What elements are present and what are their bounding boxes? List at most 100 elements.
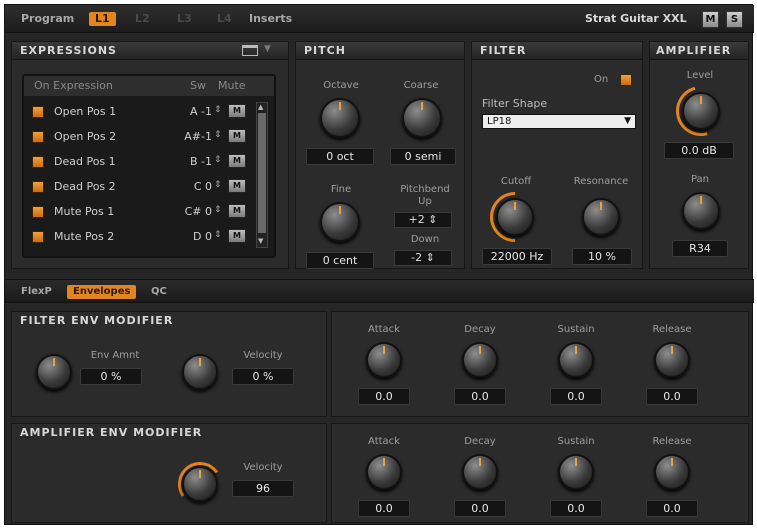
expression-mute-button[interactable]: M	[228, 154, 246, 168]
amp-env-release-knob[interactable]	[654, 454, 690, 490]
scroll-down-icon[interactable]: ▼	[258, 237, 263, 245]
filter-velocity-value[interactable]: 0 %	[232, 368, 294, 385]
expression-scrollbar[interactable]: ▲ ▼	[256, 102, 268, 248]
solo-button[interactable]: S	[726, 11, 743, 28]
expression-mute-button[interactable]: M	[228, 204, 246, 218]
spin-icon[interactable]: ⇕	[426, 251, 435, 264]
expression-row[interactable]: Mute Pos 2 D 0 ⇕ M	[32, 227, 254, 247]
expression-switch-key[interactable]: C# 0	[174, 205, 212, 218]
filter-shape-select[interactable]: LP18 ▼	[482, 114, 636, 129]
amp-velocity-knob[interactable]	[182, 466, 218, 502]
spin-icon[interactable]: ⇕	[214, 105, 222, 115]
filter-env-attack-knob[interactable]	[366, 342, 402, 378]
level-knob[interactable]	[682, 92, 720, 130]
expression-mute-button[interactable]: M	[228, 104, 246, 118]
amp-env-decay-knob[interactable]	[462, 454, 498, 490]
amp-env-sustain-knob[interactable]	[558, 454, 594, 490]
octave-knob[interactable]	[320, 98, 360, 138]
tab-l3[interactable]: L3	[177, 12, 192, 26]
filter-env-sustain-knob[interactable]	[558, 342, 594, 378]
keyboard-icon[interactable]	[242, 45, 258, 56]
fine-value[interactable]: 0 cent	[306, 252, 374, 269]
tab-qc[interactable]: QC	[151, 285, 167, 299]
expression-on-checkbox[interactable]	[32, 106, 44, 118]
amp-env-attack-knob[interactable]	[366, 454, 402, 490]
tab-flexp[interactable]: FlexP	[21, 285, 52, 299]
dropdown-arrow-icon[interactable]: ▼	[264, 44, 272, 54]
tab-l2[interactable]: L2	[135, 12, 150, 26]
pitch-panel: PITCH Octave 0 oct Coarse 0 semi Fine 0 …	[295, 41, 465, 269]
cutoff-value[interactable]: 22000 Hz	[482, 248, 552, 265]
filter-shape-label: Filter Shape	[482, 97, 548, 110]
filter-env-release-knob[interactable]	[654, 342, 690, 378]
tab-l4[interactable]: L4	[217, 12, 232, 26]
cutoff-knob[interactable]	[496, 198, 534, 236]
expression-switch-key[interactable]: A#-1	[174, 130, 212, 143]
spin-icon[interactable]: ⇕	[214, 155, 222, 165]
expression-mute-button[interactable]: M	[228, 129, 246, 143]
scroll-up-icon[interactable]: ▲	[258, 103, 263, 111]
expression-row[interactable]: Dead Pos 1 B -1 ⇕ M	[32, 152, 254, 172]
col-mute: Mute	[218, 79, 246, 92]
filter-velocity-knob[interactable]	[182, 354, 218, 390]
expression-row[interactable]: Open Pos 1 A -1 ⇕ M	[32, 102, 254, 122]
expression-on-checkbox[interactable]	[32, 131, 44, 143]
amp-env-attack-label: Attack	[368, 436, 400, 447]
amp-env-decay-value[interactable]: 0.0	[454, 500, 506, 517]
expression-row[interactable]: Dead Pos 2 C 0 ⇕ M	[32, 177, 254, 197]
pitch-header: PITCH	[296, 42, 464, 60]
tab-l1[interactable]: L1	[89, 12, 116, 26]
resonance-value[interactable]: 10 %	[572, 248, 632, 265]
coarse-knob[interactable]	[402, 98, 442, 138]
filter-env-sustain-value[interactable]: 0.0	[550, 388, 602, 405]
tab-envelopes[interactable]: Envelopes	[67, 285, 137, 299]
filter-env-release-value[interactable]: 0.0	[646, 388, 698, 405]
level-label: Level	[686, 70, 714, 81]
expression-switch-key[interactable]: C 0	[174, 180, 212, 193]
expression-on-checkbox[interactable]	[32, 231, 44, 243]
filter-env-attack-value[interactable]: 0.0	[358, 388, 410, 405]
expressions-title: EXPRESSIONS	[20, 44, 117, 57]
filter-env-decay-value[interactable]: 0.0	[454, 388, 506, 405]
expression-on-checkbox[interactable]	[32, 181, 44, 193]
fine-knob[interactable]	[320, 202, 360, 242]
inserts-tab[interactable]: Inserts	[249, 12, 292, 26]
amp-env-attack-value[interactable]: 0.0	[358, 500, 410, 517]
expression-switch-key[interactable]: D 0	[174, 230, 212, 243]
expression-mute-button[interactable]: M	[228, 229, 246, 243]
spin-icon[interactable]: ⇕	[214, 230, 222, 240]
chevron-down-icon[interactable]: ▼	[624, 115, 631, 128]
expression-row[interactable]: Open Pos 2 A#-1 ⇕ M	[32, 127, 254, 147]
keyboard-button[interactable]: M	[702, 11, 719, 28]
expression-mute-button[interactable]: M	[228, 179, 246, 193]
filter-env-decay-knob[interactable]	[462, 342, 498, 378]
pitchbend-up-value: +2	[408, 213, 425, 226]
pitchbend-down-spinner[interactable]: -2 ⇕	[394, 250, 452, 266]
filter-on-toggle[interactable]	[620, 74, 632, 86]
filter-env-panel: FILTER ENV MODIFIER Env Amnt 0 % Velocit…	[11, 311, 327, 417]
amp-env-release-value[interactable]: 0.0	[646, 500, 698, 517]
spin-icon[interactable]: ⇕	[428, 213, 437, 226]
pan-value[interactable]: R34	[672, 240, 728, 257]
expression-on-checkbox[interactable]	[32, 206, 44, 218]
pitchbend-up-spinner[interactable]: +2 ⇕	[394, 212, 452, 228]
amp-env-sustain-value[interactable]: 0.0	[550, 500, 602, 517]
spin-icon[interactable]: ⇕	[214, 180, 222, 190]
spin-icon[interactable]: ⇕	[214, 130, 222, 140]
coarse-value[interactable]: 0 semi	[390, 148, 456, 165]
octave-value[interactable]: 0 oct	[306, 148, 374, 165]
level-value[interactable]: 0.0 dB	[664, 142, 734, 159]
amp-env-header: AMPLIFIER ENV MODIFIER	[12, 424, 326, 442]
amp-velocity-value[interactable]: 96	[232, 480, 294, 497]
env-amnt-value[interactable]: 0 %	[80, 368, 142, 385]
expression-switch-key[interactable]: A -1	[174, 105, 212, 118]
spin-icon[interactable]: ⇕	[214, 205, 222, 215]
expression-switch-key[interactable]: B -1	[174, 155, 212, 168]
resonance-knob[interactable]	[582, 198, 620, 236]
pan-knob[interactable]	[682, 192, 720, 230]
expression-on-checkbox[interactable]	[32, 156, 44, 168]
env-amnt-knob[interactable]	[36, 354, 72, 390]
expression-row[interactable]: Mute Pos 1 C# 0 ⇕ M	[32, 202, 254, 222]
program-tab[interactable]: Program	[21, 12, 74, 26]
scrollbar-thumb[interactable]	[258, 113, 266, 233]
